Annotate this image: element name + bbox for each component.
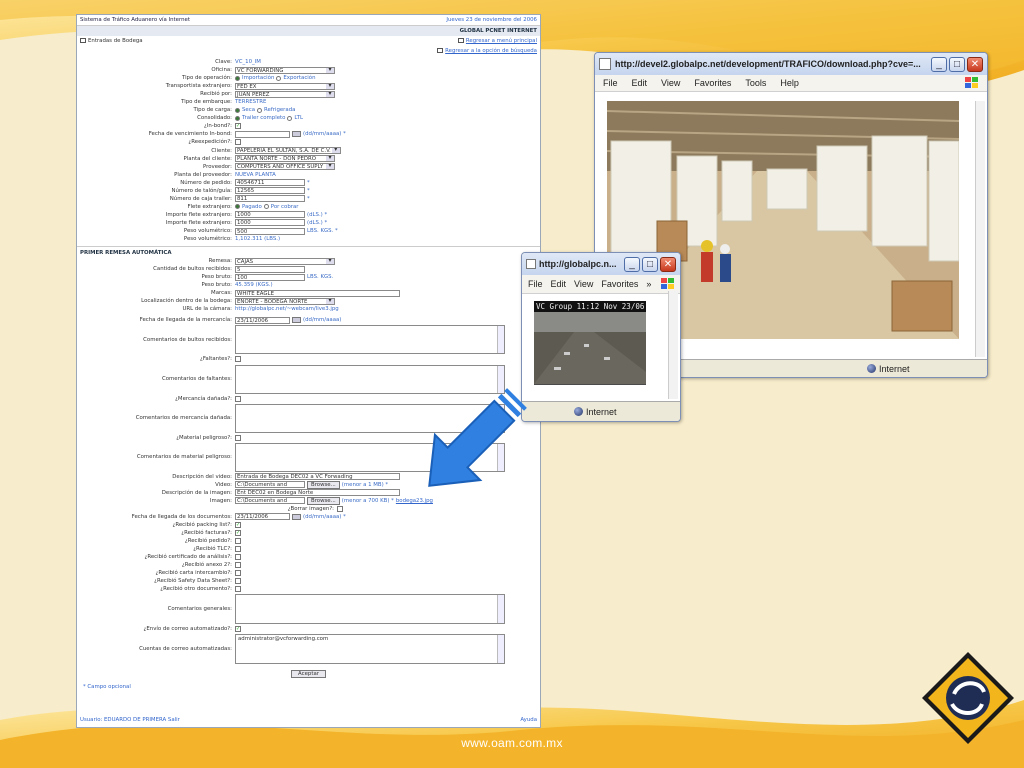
- pointer-arrow: [428, 388, 527, 487]
- company-logo-icon: [922, 652, 1014, 744]
- footer-url: www.oam.com.mx: [461, 736, 563, 750]
